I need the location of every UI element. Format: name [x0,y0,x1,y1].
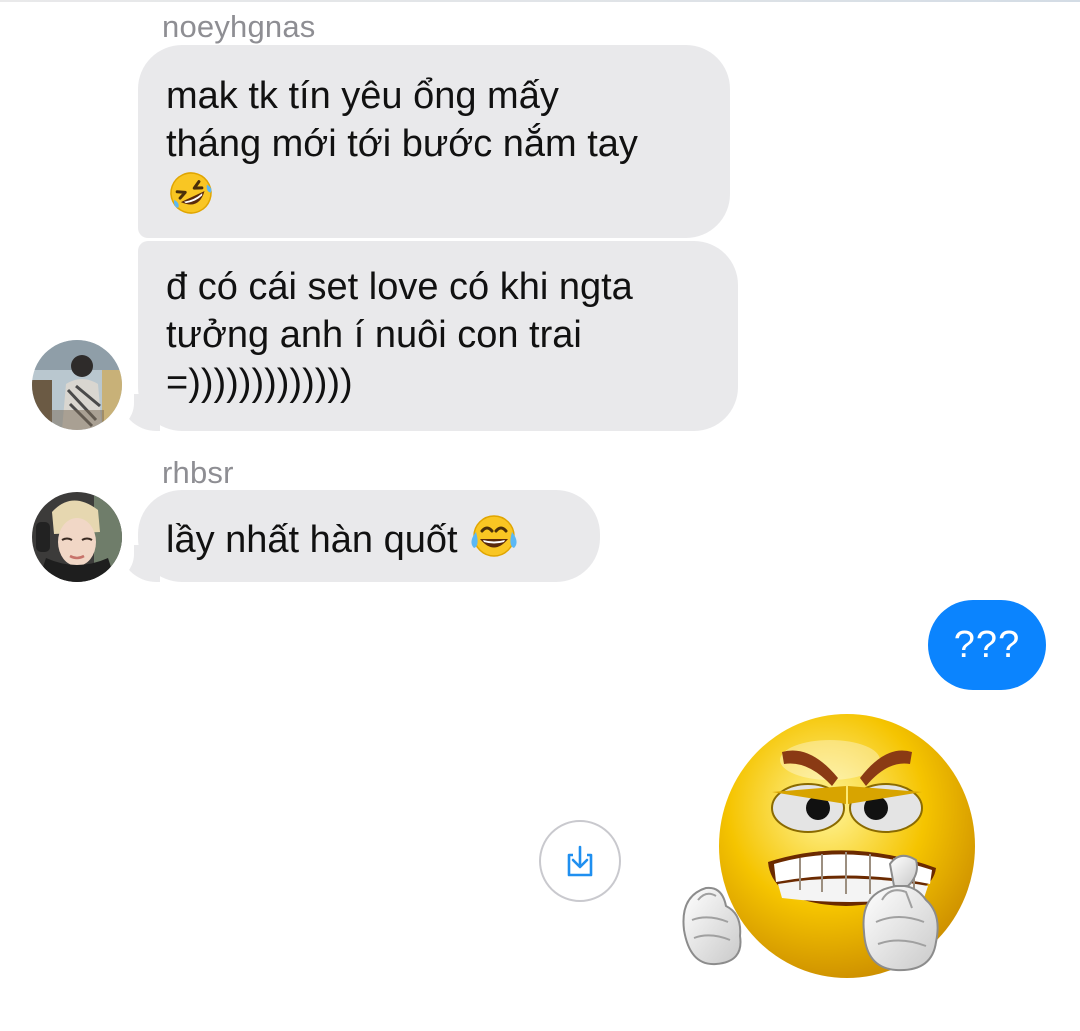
message-line: đ có cái set love có khi ngta [166,266,633,308]
message-bubble-1[interactable]: mak tk tín yêu ổng mấy tháng mới tới bướ… [138,45,730,238]
chat-thread: noeyhgnas mak tk tín yêu ổng mấy tháng m… [0,0,1080,1031]
sender-name-rhbsr: rhbsr [162,455,234,490]
message-bubble-2[interactable]: đ có cái set love có khi ngta tưởng anh … [138,241,738,431]
avatar-noeyhgnas[interactable] [32,340,122,430]
message-bubble-3[interactable]: lầy nhất hàn quốt [138,490,600,582]
message-text: lầy nhất hàn quốt [166,519,458,562]
save-download-icon [567,845,593,877]
save-sticker-button[interactable] [539,820,621,902]
tears-of-joy-emoji-icon [468,512,520,572]
rolling-on-floor-laughing-emoji-icon [166,168,216,230]
angry-grinning-face-sticker-icon[interactable] [650,700,1050,1020]
message-line: mak tk tín yêu ổng mấy [166,75,559,117]
avatar-rhbsr[interactable] [32,492,122,582]
message-line: tưởng anh í nuôi con trai [166,314,582,356]
sent-message-bubble[interactable]: ??? [928,600,1046,690]
sender-name-noeyhgnas: noeyhgnas [162,9,316,44]
message-line: tháng mới tới bước nắm tay [166,123,638,165]
message-line: =))))))))))))) [166,362,353,404]
top-divider [0,0,1080,2]
